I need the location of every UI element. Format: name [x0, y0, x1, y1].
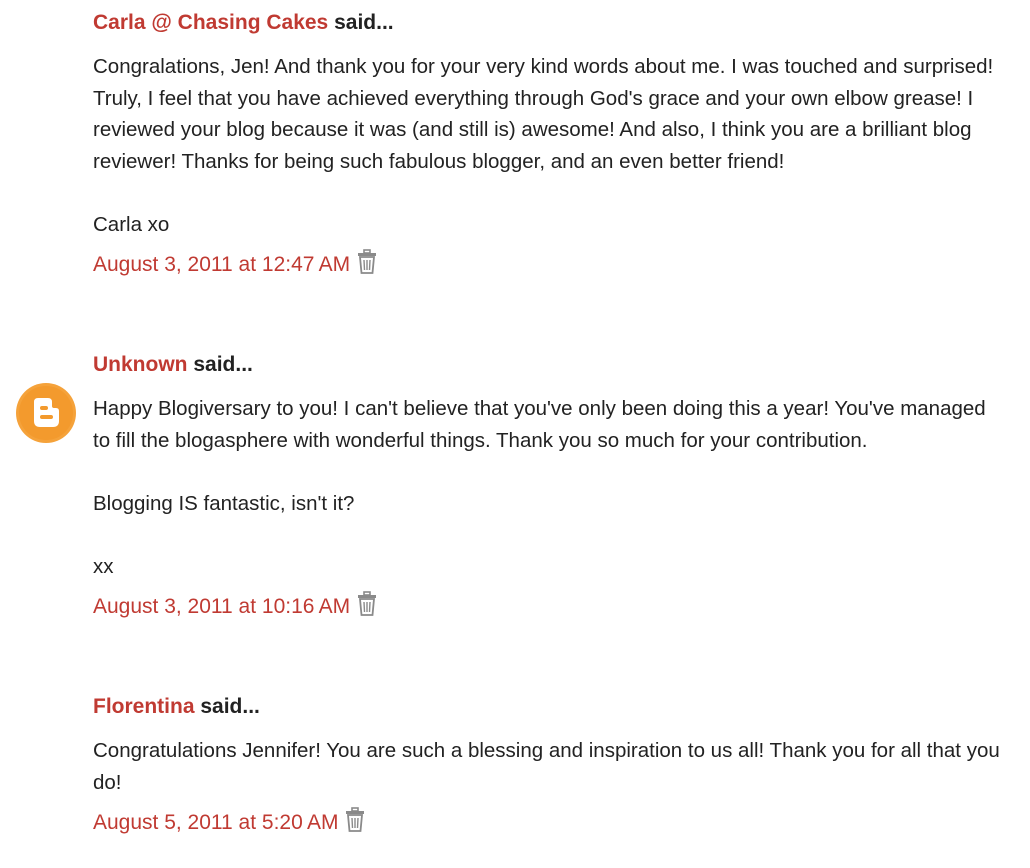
comment: Carla @ Chasing Cakes said... Congralati… [93, 10, 1003, 280]
comment-header: Unknown said... [93, 352, 1003, 378]
comment-paragraph: Carla xo [93, 212, 170, 236]
comment-footer: August 3, 2011 at 12:47 AM [93, 249, 1003, 280]
said-label: said... [200, 695, 260, 718]
comment-timestamp-link[interactable]: August 3, 2011 at 12:47 AM [93, 250, 350, 280]
comment-body: Congralations, Jen! And thank you for yo… [93, 51, 1003, 240]
comment-author-link[interactable]: Florentina [93, 695, 195, 718]
said-label: said... [334, 11, 394, 34]
comment: Florentina said... Congratulations Jenni… [93, 694, 1003, 838]
comment-body: Congratulations Jennifer! You are such a… [93, 735, 1003, 798]
comment-paragraph: Congralations, Jen! And thank you for yo… [93, 55, 994, 173]
comment-timestamp-link[interactable]: August 5, 2011 at 5:20 AM [93, 808, 338, 838]
comment-timestamp-link[interactable]: August 3, 2011 at 10:16 AM [93, 592, 350, 622]
trash-icon[interactable] [344, 807, 366, 833]
comment-header: Florentina said... [93, 694, 1003, 720]
trash-icon[interactable] [356, 591, 378, 617]
comment-header: Carla @ Chasing Cakes said... [93, 10, 1003, 36]
comment-body: Happy Blogiversary to you! I can't belie… [93, 393, 1003, 582]
trash-icon[interactable] [356, 249, 378, 275]
comment-author-link[interactable]: Unknown [93, 353, 188, 376]
comment-paragraph: xx [93, 554, 114, 578]
comment: Unknown said... Happy Blogiversary to yo… [93, 352, 1003, 622]
comments-section: Carla @ Chasing Cakes said... Congralati… [0, 0, 1030, 868]
comment-paragraph: Blogging IS fantastic, isn't it? [93, 491, 355, 515]
comment-paragraph: Congratulations Jennifer! You are such a… [93, 739, 1000, 794]
comment-paragraph: Happy Blogiversary to you! I can't belie… [93, 397, 986, 452]
comment-footer: August 3, 2011 at 10:16 AM [93, 591, 1003, 622]
blogger-logo-icon [15, 382, 77, 444]
comment-author-link[interactable]: Carla @ Chasing Cakes [93, 11, 328, 34]
said-label: said... [193, 353, 253, 376]
comment-footer: August 5, 2011 at 5:20 AM [93, 807, 1003, 838]
